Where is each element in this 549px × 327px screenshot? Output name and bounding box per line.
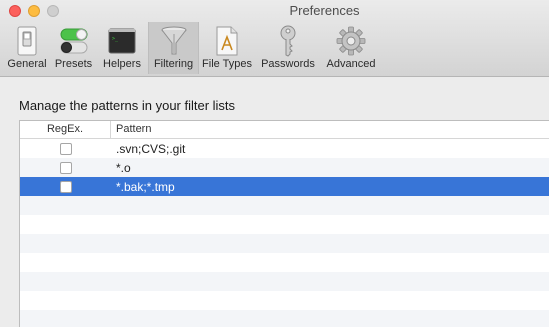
empty-row bbox=[20, 310, 549, 327]
empty-row bbox=[20, 291, 549, 310]
funnel-icon bbox=[157, 25, 191, 57]
pattern-cell[interactable]: *.o bbox=[111, 161, 131, 175]
tab-general[interactable]: General bbox=[3, 22, 51, 74]
switch-icon bbox=[10, 25, 44, 57]
empty-row bbox=[20, 215, 549, 234]
pattern-cell[interactable]: .svn;CVS;.git bbox=[111, 142, 185, 156]
tab-label: File Types bbox=[202, 58, 252, 70]
table-row[interactable]: *.o bbox=[20, 158, 549, 177]
key-icon bbox=[271, 25, 305, 57]
terminal-icon: >_ bbox=[105, 25, 139, 57]
tab-label: Presets bbox=[54, 58, 93, 70]
empty-row bbox=[20, 272, 549, 291]
tab-helpers[interactable]: >_ Helpers bbox=[96, 22, 148, 74]
tab-label: General bbox=[7, 58, 47, 70]
document-icon bbox=[210, 25, 244, 57]
regex-checkbox[interactable] bbox=[59, 161, 72, 174]
tab-label: Filtering bbox=[153, 58, 194, 70]
toggles-icon bbox=[57, 25, 91, 57]
svg-text:>_: >_ bbox=[112, 36, 119, 42]
empty-row bbox=[20, 253, 549, 272]
table-row[interactable]: *.bak;*.tmp bbox=[20, 177, 549, 196]
regex-column-header[interactable]: RegEx. bbox=[20, 121, 111, 138]
empty-row bbox=[20, 196, 549, 215]
tab-presets[interactable]: Presets bbox=[51, 22, 96, 74]
filter-patterns-table[interactable]: RegEx. Pattern .svn;CVS;.git *.o *.bak;*… bbox=[19, 120, 549, 327]
tab-label: Advanced bbox=[326, 58, 376, 70]
tab-label: Helpers bbox=[103, 58, 141, 70]
table-header: RegEx. Pattern bbox=[20, 121, 549, 139]
regex-checkbox[interactable] bbox=[59, 142, 72, 155]
preferences-toolbar: General Presets >_ Helpers Filtering Fil… bbox=[3, 22, 381, 74]
window-title: Preferences bbox=[289, 3, 360, 18]
window-titlebar: Preferences General Presets >_ Helpers F… bbox=[0, 0, 549, 77]
tab-filtering[interactable]: Filtering bbox=[148, 22, 199, 74]
pattern-column-header[interactable]: Pattern bbox=[111, 121, 151, 138]
empty-row bbox=[20, 234, 549, 253]
pattern-cell[interactable]: *.bak;*.tmp bbox=[111, 180, 175, 194]
tab-advanced[interactable]: Advanced bbox=[321, 22, 381, 74]
tab-label: Passwords bbox=[261, 58, 315, 70]
tab-passwords[interactable]: Passwords bbox=[255, 22, 321, 74]
section-heading: Manage the patterns in your filter lists bbox=[19, 98, 236, 113]
table-row[interactable]: .svn;CVS;.git bbox=[20, 139, 549, 158]
regex-checkbox[interactable] bbox=[59, 180, 72, 193]
gear-icon bbox=[334, 25, 368, 57]
tab-file-types[interactable]: File Types bbox=[199, 22, 255, 74]
